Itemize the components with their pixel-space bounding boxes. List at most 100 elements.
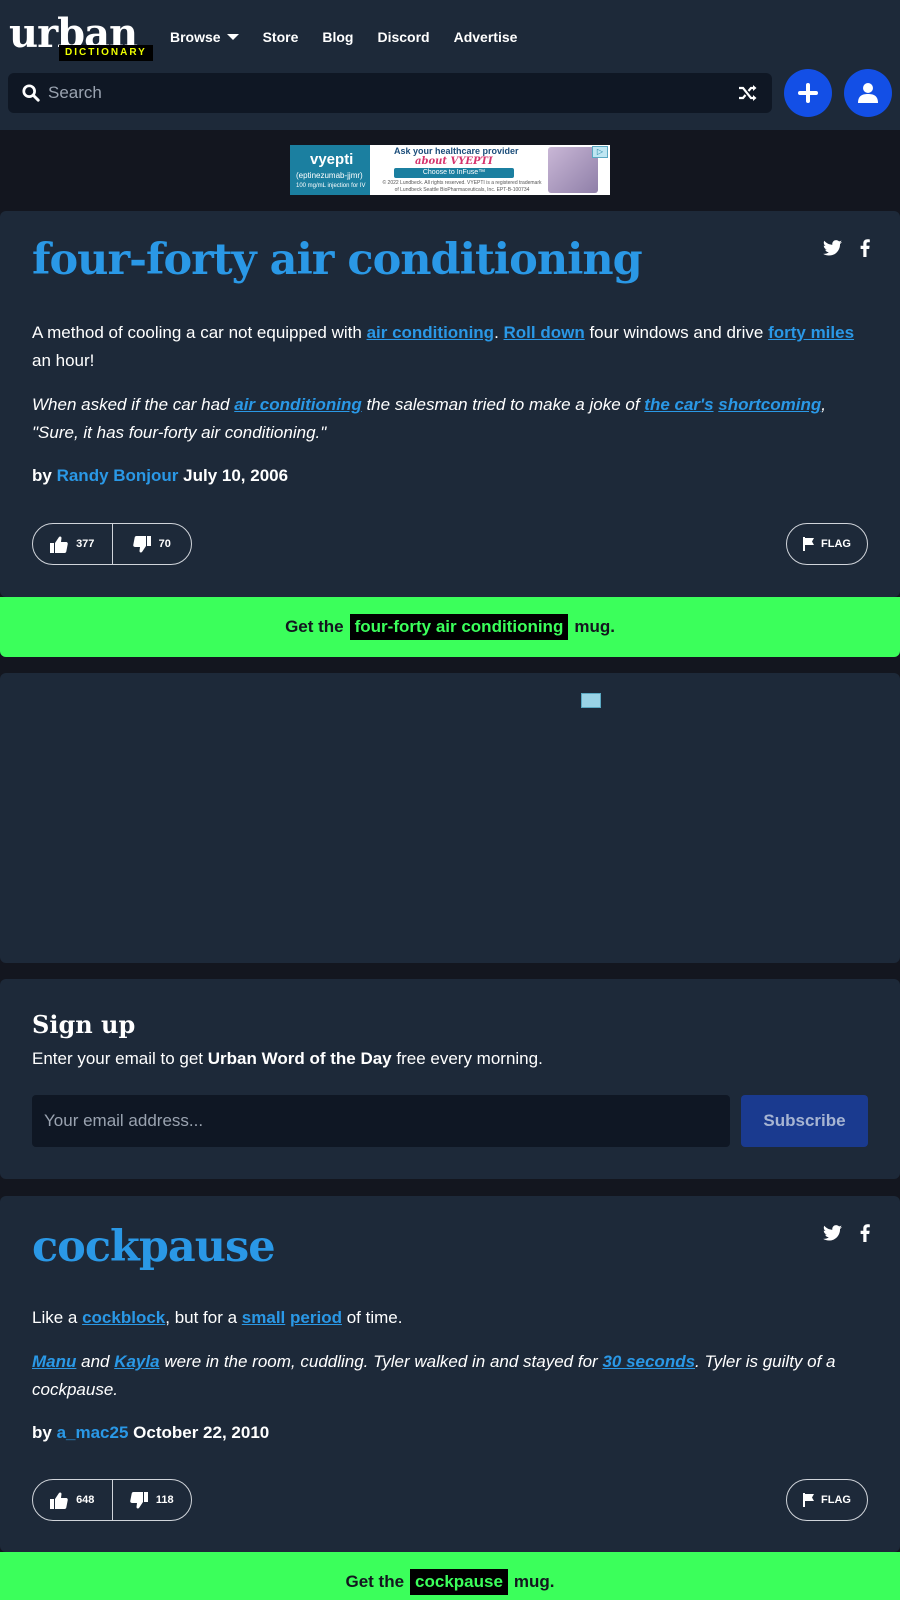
meaning-text: four windows and drive	[584, 323, 769, 342]
chevron-down-icon	[226, 34, 239, 40]
downvote-button[interactable]: 70	[113, 524, 192, 564]
example-link[interactable]: Manu	[32, 1352, 76, 1371]
search-input[interactable]	[48, 73, 728, 113]
site-header: urban DICTIONARY Browse Store Blog Disco…	[0, 0, 900, 130]
user-account-button[interactable]	[844, 69, 892, 117]
definition-date: October 22, 2010	[133, 1423, 270, 1442]
logo-tag: DICTIONARY	[59, 45, 153, 61]
email-field[interactable]	[32, 1095, 730, 1147]
meaning-link[interactable]: cockblock	[82, 1308, 165, 1327]
share-buttons	[823, 239, 870, 257]
mug-word: four-forty air conditioning	[349, 614, 569, 640]
nav-browse[interactable]: Browse	[170, 27, 239, 47]
mug-word: cockpause	[410, 1569, 508, 1595]
upvote-button[interactable]: 648	[33, 1480, 113, 1520]
upvote-count: 648	[76, 1494, 95, 1506]
example-text: and	[76, 1352, 115, 1371]
definition-example: Manu and Kayla were in the room, cuddlin…	[32, 1348, 872, 1404]
meaning-text: an hour!	[32, 351, 95, 370]
add-definition-button[interactable]	[784, 69, 832, 117]
definition-example: When asked if the car had air conditioni…	[32, 391, 872, 447]
flag-button[interactable]: FLAG	[786, 523, 868, 565]
downvote-button[interactable]: 118	[113, 1480, 192, 1520]
nav-blog[interactable]: Blog	[322, 27, 353, 47]
nav-browse-label: Browse	[170, 29, 221, 45]
twitter-icon[interactable]	[823, 240, 842, 256]
mug-promo[interactable]: Get the cockpause mug.	[0, 1552, 900, 1600]
vote-buttons: 377 70	[32, 523, 192, 565]
nav-advertise[interactable]: Advertise	[454, 27, 518, 47]
downvote-count: 70	[158, 538, 171, 550]
thumbs-up-icon	[50, 1491, 68, 1509]
meaning-text: of time.	[341, 1308, 403, 1327]
thumbs-up-icon	[50, 535, 68, 553]
example-link[interactable]: shortcoming	[718, 395, 821, 414]
facebook-icon[interactable]	[860, 239, 870, 257]
ad-photo	[548, 147, 598, 193]
ad-cta: Choose to InFuse™	[394, 168, 514, 178]
upvote-button[interactable]: 377	[33, 524, 113, 564]
contributor: by Randy Bonjour July 10, 2006	[32, 466, 288, 486]
ad-subheadline: about VYEPTI	[415, 156, 493, 167]
meaning-text: A method of cooling a car not equipped w…	[32, 323, 367, 342]
signup-text-bold: Urban Word of the Day	[207, 1049, 392, 1068]
flag-button[interactable]: FLAG	[786, 1479, 868, 1521]
definition-date: July 10, 2006	[183, 466, 289, 485]
plus-icon	[798, 83, 818, 103]
meaning-link[interactable]: period	[290, 1308, 342, 1327]
downvote-count: 118	[155, 1494, 174, 1506]
ad-legal: © 2022 Lundbeck. All rights reserved. VY…	[382, 180, 542, 193]
definition-meaning: Like a cockblock, but for a small period…	[32, 1304, 872, 1332]
mid-ad-area	[0, 673, 900, 963]
definition-word[interactable]: four-forty air conditioning	[32, 235, 643, 285]
by-label: by	[32, 466, 52, 485]
subscribe-button[interactable]: Subscribe	[741, 1095, 868, 1147]
meaning-text: , but for a	[165, 1308, 242, 1327]
meaning-link[interactable]: small	[242, 1308, 285, 1327]
vote-buttons: 648 118	[32, 1479, 192, 1521]
example-text: were in the room, cuddling. Tyler walked…	[159, 1352, 603, 1371]
signup-text: Enter your email to get Urban Word of th…	[32, 1049, 543, 1069]
definition-word[interactable]: cockpause	[32, 1222, 276, 1272]
twitter-icon[interactable]	[823, 1225, 842, 1241]
meaning-text: Like a	[32, 1308, 83, 1327]
facebook-icon[interactable]	[860, 1224, 870, 1242]
mug-prefix: Get the	[345, 1572, 405, 1591]
ad-brand-panel: vyepti (eptinezumab-jjmr) 100 mg/mL inje…	[290, 145, 370, 195]
mug-suffix: mug.	[513, 1572, 555, 1591]
signup-text-after: free every morning.	[391, 1049, 543, 1068]
flag-icon	[803, 537, 815, 551]
nav-discord[interactable]: Discord	[377, 27, 429, 47]
definition-card: four-forty air conditioning A method of …	[0, 211, 900, 597]
urban-dictionary-logo[interactable]: urban DICTIONARY	[9, 10, 159, 62]
meaning-link[interactable]: forty miles	[768, 323, 854, 342]
contributor: by a_mac25 October 22, 2010	[32, 1423, 269, 1443]
upvote-count: 377	[76, 538, 95, 550]
ad-choices-icon[interactable]: ▷	[592, 146, 608, 158]
meaning-link[interactable]: air conditioning	[367, 323, 495, 342]
ad-banner[interactable]: vyepti (eptinezumab-jjmr) 100 mg/mL inje…	[290, 145, 610, 195]
main-nav: Browse Store Blog Discord Advertise	[170, 27, 517, 47]
mug-promo[interactable]: Get the four-forty air conditioning mug.	[0, 597, 900, 657]
author-link[interactable]: Randy Bonjour	[57, 466, 179, 485]
definition-meaning: A method of cooling a car not equipped w…	[32, 319, 872, 375]
ad-choices-icon[interactable]	[581, 693, 601, 708]
ad-brand-sub: (eptinezumab-jjmr)	[296, 171, 363, 180]
flag-label: FLAG	[821, 1494, 851, 1506]
meaning-link[interactable]: Roll down	[504, 323, 585, 342]
nav-store[interactable]: Store	[263, 27, 299, 47]
author-link[interactable]: a_mac25	[57, 1423, 129, 1442]
example-link[interactable]: 30 seconds	[602, 1352, 695, 1371]
shuffle-icon[interactable]	[738, 83, 758, 103]
example-link[interactable]: the car's	[644, 395, 713, 414]
example-link[interactable]: Kayla	[114, 1352, 159, 1371]
flag-label: FLAG	[821, 538, 851, 550]
search-icon[interactable]	[22, 84, 40, 102]
user-icon	[858, 83, 878, 103]
signup-section: Sign up Enter your email to get Urban Wo…	[0, 979, 900, 1179]
example-link[interactable]: air conditioning	[234, 395, 362, 414]
by-label: by	[32, 1423, 52, 1442]
ad-headline: Ask your healthcare provider	[394, 146, 519, 156]
example-text: When asked if the car had	[32, 395, 235, 414]
thumbs-down-icon	[132, 535, 151, 553]
